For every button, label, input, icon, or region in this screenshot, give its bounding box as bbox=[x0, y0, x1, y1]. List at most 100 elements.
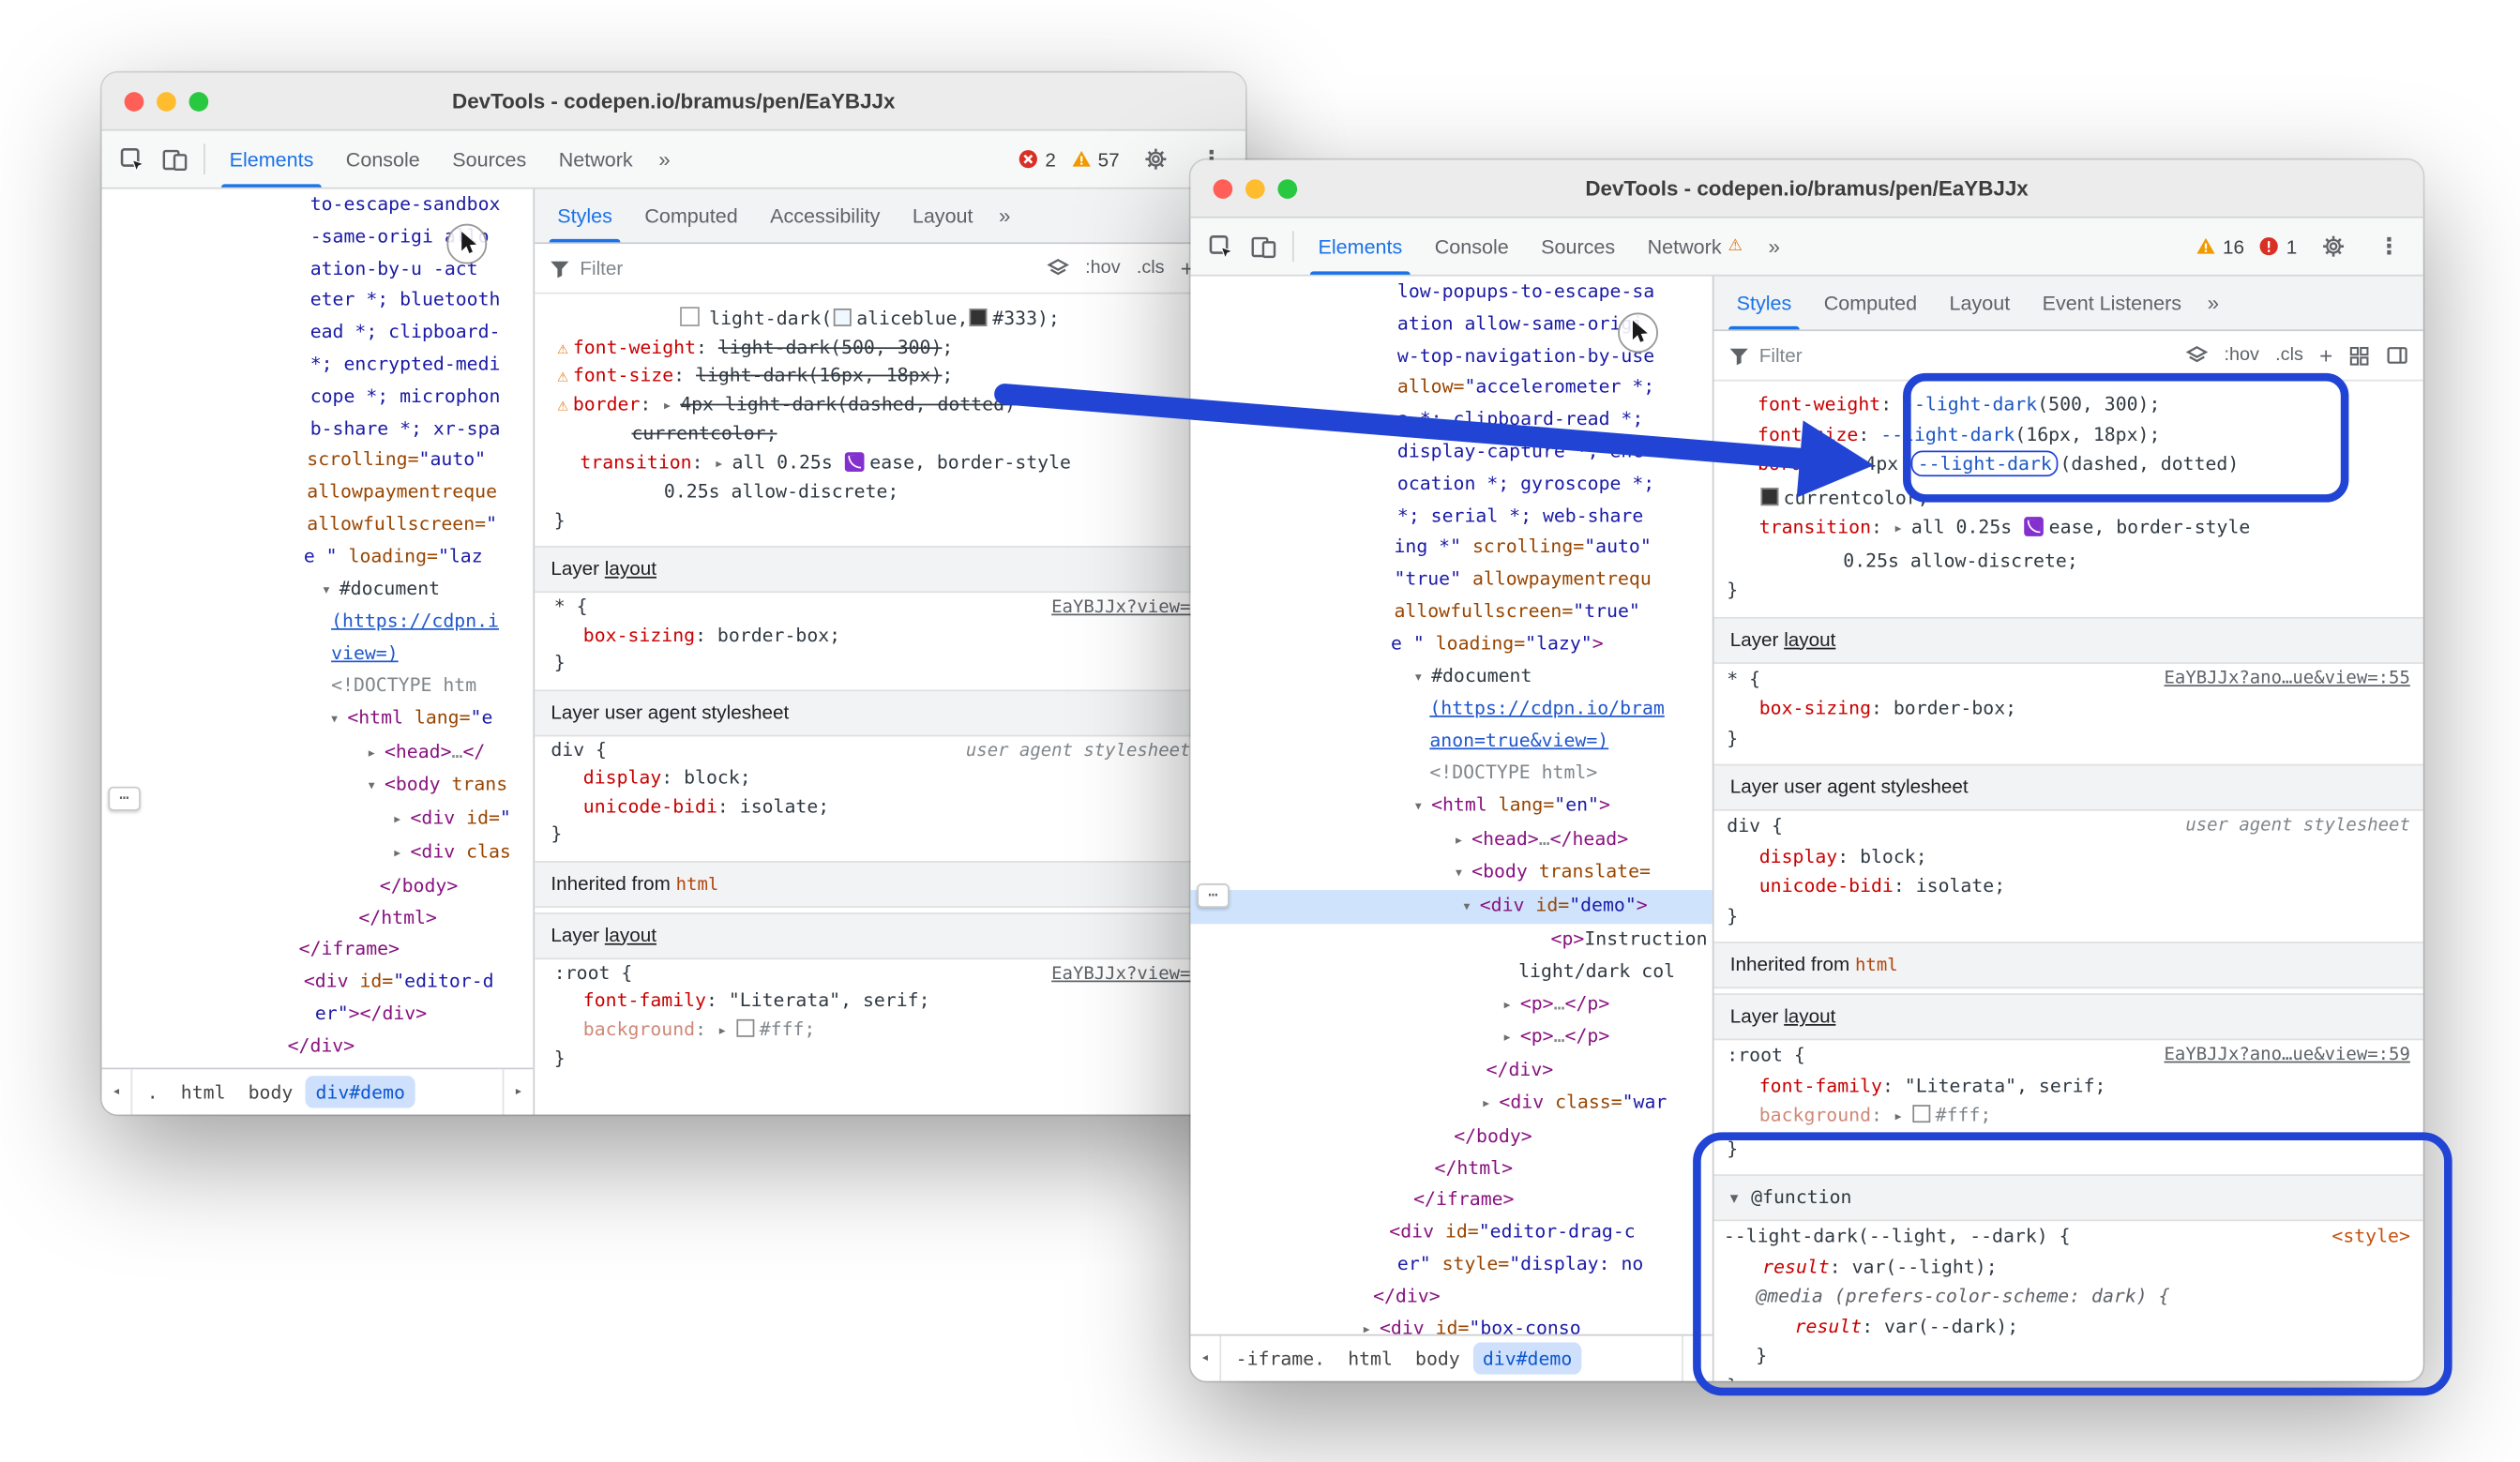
css-declaration-line[interactable]: } bbox=[1714, 575, 2423, 605]
rule-source-link[interactable]: EaYBJJx?ano…ue&view=:55 bbox=[2165, 663, 2410, 693]
css-declaration-line[interactable]: } bbox=[1714, 723, 2423, 753]
dom-tree-node[interactable]: ation-by-u -act bbox=[102, 253, 534, 285]
dom-tree-node[interactable]: <div id="editor-drag-c bbox=[1190, 1216, 1712, 1248]
expand-arrow-icon[interactable]: ▸ bbox=[715, 450, 732, 478]
tab-network[interactable]: Network⚠ bbox=[1631, 219, 1758, 275]
close-button[interactable] bbox=[1214, 178, 1233, 198]
dom-tree-node[interactable]: e " loading="lazy"> bbox=[1190, 628, 1712, 660]
tab-computed[interactable]: Computed bbox=[628, 189, 754, 243]
expand-arrow-icon[interactable]: ▸ bbox=[367, 737, 385, 769]
dom-tree-node[interactable]: display-capture *; enc bbox=[1190, 436, 1712, 468]
crumb-scroll-right[interactable]: ▸ bbox=[1682, 1335, 1713, 1380]
crumb-scroll-right[interactable]: ▸ bbox=[503, 1069, 534, 1114]
dom-tree-node[interactable]: ing *" scrolling="auto" bbox=[1190, 532, 1712, 564]
minimize-button[interactable] bbox=[1245, 178, 1265, 198]
bezier-editor-icon[interactable] bbox=[845, 451, 865, 471]
css-declaration-line[interactable]: * {EaYBJJx?view= bbox=[535, 593, 1245, 621]
css-declaration-line[interactable]: transition: ▸all 0.25s ease, border-styl… bbox=[1714, 512, 2423, 545]
expand-arrow-icon[interactable]: ▸ bbox=[1362, 1314, 1380, 1335]
css-declaration-line[interactable]: background: ▸#fff; bbox=[535, 1016, 1245, 1046]
tab-computed[interactable]: Computed bbox=[1807, 277, 1933, 330]
dom-tree-node[interactable]: ▾#document bbox=[1190, 660, 1712, 694]
tab-console[interactable]: Console bbox=[1418, 219, 1524, 275]
tab-elements[interactable]: Elements bbox=[1302, 219, 1418, 275]
dom-tree-node[interactable]: ▸<div class="war bbox=[1190, 1087, 1712, 1121]
expand-arrow-icon[interactable]: ▸ bbox=[662, 392, 680, 420]
dom-tree-node[interactable]: </iframe> bbox=[1190, 1184, 1712, 1216]
css-declaration-line[interactable]: font-size: --light-dark(16px, 18px); bbox=[1714, 419, 2423, 449]
more-actions-button[interactable]: ⋯ bbox=[108, 787, 140, 811]
expand-arrow-icon[interactable]: ▸ bbox=[393, 805, 411, 837]
kebab-menu-icon[interactable]: ⋮ bbox=[2368, 233, 2410, 260]
dom-tree-node[interactable]: *; serial *; web-share bbox=[1190, 500, 1712, 532]
breadcrumb-item[interactable]: -iframe. bbox=[1226, 1342, 1335, 1374]
layer-link[interactable]: layout bbox=[1784, 627, 1835, 650]
warning-badge[interactable]: 16 bbox=[2196, 235, 2244, 258]
dom-tree-node[interactable]: to-escape-sandbox bbox=[102, 189, 534, 221]
styles-section-header[interactable]: Layer user agent stylesheet bbox=[1714, 764, 2423, 811]
filter-input[interactable]: Filter bbox=[1759, 344, 1803, 367]
css-declaration-line[interactable]: :root {EaYBJJx?ano…ue&view=:59 bbox=[1714, 1040, 2423, 1070]
css-declaration-line[interactable]: :root {EaYBJJx?view= bbox=[535, 958, 1245, 987]
dom-tree-node[interactable]: ▸<div id="box-conso bbox=[1190, 1312, 1712, 1335]
dom-tree-node[interactable]: er"></div> bbox=[102, 998, 534, 1030]
dom-tree-node[interactable]: -same-origi allo bbox=[102, 221, 534, 253]
dom-tree-node[interactable]: ocation *; gyroscope *; bbox=[1190, 468, 1712, 500]
dom-tree-node[interactable]: </iframe> bbox=[102, 934, 534, 966]
tab-layout[interactable]: Layout bbox=[1933, 277, 2026, 330]
css-declaration-line[interactable]: @media (prefers-color-scheme: dark) { bbox=[1714, 1281, 2423, 1311]
inherited-from-link[interactable]: html bbox=[676, 873, 719, 894]
dom-tree-node[interactable]: </body> bbox=[1190, 1121, 1712, 1153]
expand-arrow-icon[interactable]: ▸ bbox=[717, 1017, 735, 1045]
dom-tree-node[interactable]: allowfullscreen=" bbox=[102, 509, 534, 541]
error-badge[interactable]: 2 bbox=[1018, 148, 1056, 171]
more-tabs-button[interactable]: » bbox=[649, 131, 680, 188]
css-declaration-line[interactable]: ⚠font-weight: light-dark(500, 300); bbox=[535, 334, 1245, 362]
crumb-scroll-left[interactable]: ◂ bbox=[102, 1069, 133, 1114]
expand-arrow-icon[interactable]: ▾ bbox=[322, 574, 340, 606]
color-swatch[interactable] bbox=[834, 309, 852, 326]
styles-section-header[interactable]: Inherited from html bbox=[535, 860, 1245, 907]
color-swatch[interactable] bbox=[1913, 1105, 1931, 1123]
dom-tree-node[interactable]: ▸<p>…</p> bbox=[1190, 987, 1712, 1021]
dom-tree-node[interactable]: </div> bbox=[1190, 1055, 1712, 1087]
dom-tree-node[interactable]: *; encrypted-medi bbox=[102, 349, 534, 381]
tab-network[interactable]: Network bbox=[542, 131, 648, 188]
breadcrumb-item[interactable]: div#demo bbox=[1473, 1342, 1582, 1374]
styles-section-header[interactable]: Layer user agent stylesheet bbox=[535, 689, 1245, 736]
rule-source-link[interactable]: <style> bbox=[2331, 1221, 2409, 1251]
custom-function-link[interactable]: --light-dark bbox=[1880, 422, 2014, 445]
dom-tree-node[interactable]: allow="accelerometer *; bbox=[1190, 372, 1712, 404]
dom-tree-node[interactable]: <div id="editor-d bbox=[102, 966, 534, 998]
rule-source-link[interactable]: EaYBJJx?ano…ue&view=:59 bbox=[2165, 1040, 2410, 1070]
expand-arrow-icon[interactable]: ▾ bbox=[1413, 661, 1431, 693]
issue-badge[interactable]: 1 bbox=[2259, 235, 2298, 258]
dom-tree-node[interactable]: ▾#document bbox=[102, 573, 534, 607]
css-declaration-line[interactable]: } bbox=[1714, 1341, 2423, 1371]
layer-link[interactable]: layout bbox=[605, 557, 656, 580]
layer-link[interactable]: layout bbox=[1784, 1004, 1835, 1027]
dom-tree-node[interactable]: ▸<head>…</head> bbox=[1190, 823, 1712, 857]
expand-arrow-icon[interactable]: ▸ bbox=[393, 838, 411, 870]
expand-arrow-icon[interactable]: ▸ bbox=[1894, 1103, 1911, 1133]
dom-tree-node[interactable]: cope *; microphon bbox=[102, 381, 534, 413]
dom-tree-node[interactable]: </body> bbox=[102, 870, 534, 902]
css-declaration-line[interactable]: } bbox=[535, 506, 1245, 535]
pseudo-state-toggle-button[interactable]: :hov bbox=[1085, 259, 1120, 279]
class-toggle-button[interactable]: .cls bbox=[2275, 346, 2303, 366]
css-declaration-line[interactable]: } bbox=[535, 649, 1245, 677]
custom-function-link[interactable]: --light-dark bbox=[1911, 451, 2059, 477]
breadcrumb-item[interactable]: div#demo bbox=[306, 1076, 415, 1108]
css-declaration-line[interactable]: --light-dark(--light, --dark) {<style> bbox=[1714, 1221, 2423, 1251]
tab-styles[interactable]: Styles bbox=[1720, 277, 1807, 330]
css-declaration-line[interactable]: ⚠border: ▸4px light-dark(dashed, dotted) bbox=[535, 390, 1245, 420]
dom-tree-node[interactable]: (https://cdpn.io/bram bbox=[1190, 694, 1712, 726]
tab-console[interactable]: Console bbox=[330, 131, 436, 188]
css-declaration-line[interactable]: div {user agent stylesheet bbox=[1714, 811, 2423, 841]
inspect-icon[interactable] bbox=[1200, 219, 1243, 275]
dom-tree-node[interactable]: ▸<p>…</p> bbox=[1190, 1021, 1712, 1055]
resource-link[interactable]: (https://cdpn.i bbox=[331, 610, 499, 632]
dom-tree-node[interactable]: view=) bbox=[102, 639, 534, 671]
dom-tree-node[interactable]: light/dark col bbox=[1190, 956, 1712, 987]
css-declaration-line[interactable]: font-family: "Literata", serif; bbox=[1714, 1070, 2423, 1100]
